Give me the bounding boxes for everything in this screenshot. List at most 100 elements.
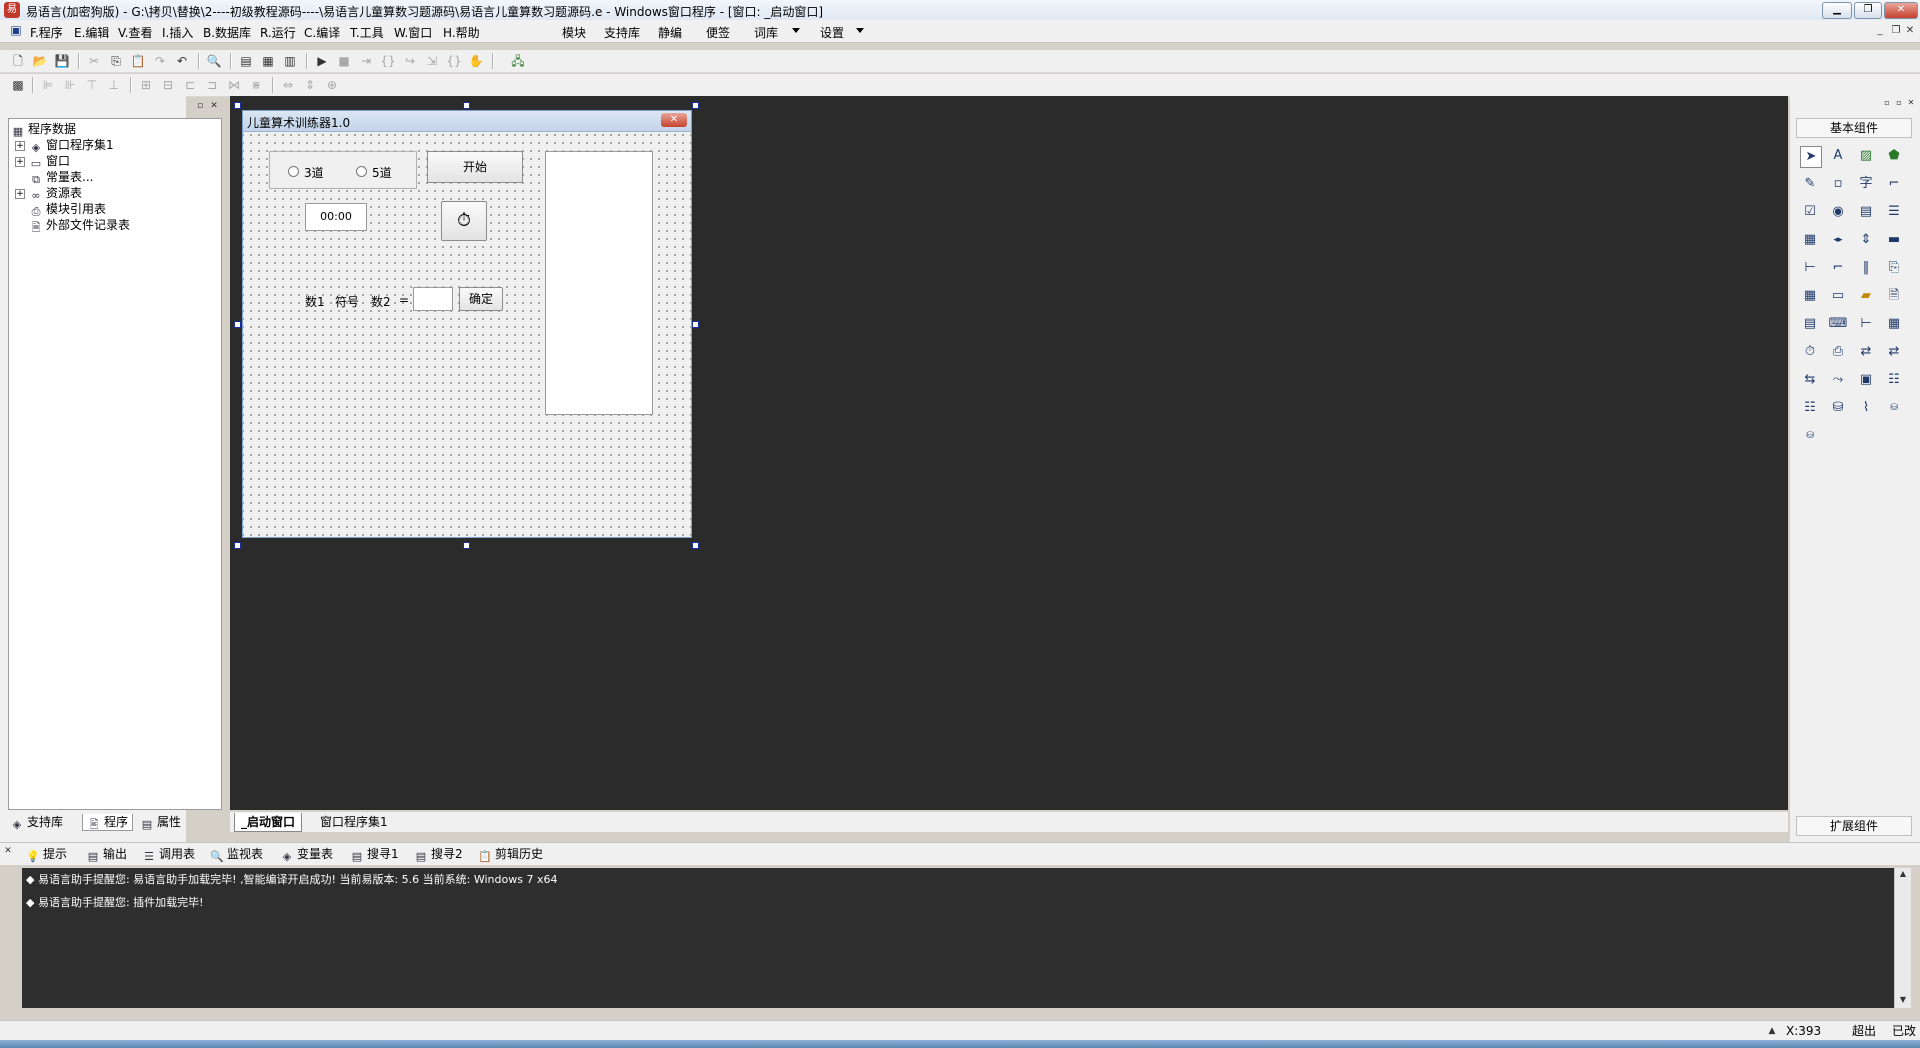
menu-static-compile[interactable]: 静编 bbox=[658, 24, 682, 41]
resize-handle[interactable] bbox=[463, 102, 470, 109]
menu-window[interactable]: W.窗口 bbox=[394, 24, 432, 41]
network-server-icon[interactable]: ⤳ bbox=[1828, 370, 1848, 390]
resize-handle[interactable] bbox=[692, 321, 699, 328]
color-picker-icon[interactable]: ▤ bbox=[1800, 314, 1820, 334]
mdi-minimize-icon[interactable]: _ bbox=[1872, 23, 1888, 39]
copy-icon[interactable]: ⎘ bbox=[108, 53, 124, 69]
tree-root[interactable]: ▦ 程序数据 bbox=[11, 121, 76, 138]
menu-notes[interactable]: 便签 bbox=[706, 24, 730, 41]
network-client-icon[interactable]: ⇆ bbox=[1800, 370, 1820, 390]
progress-icon[interactable]: ▬ bbox=[1884, 230, 1904, 250]
layout-left-icon[interactable]: ▤ bbox=[238, 53, 254, 69]
list-box-icon[interactable]: ☰ bbox=[1884, 202, 1904, 222]
tree-view-icon[interactable]: ⊢ bbox=[1856, 314, 1876, 334]
radio-icon[interactable]: ◉ bbox=[1828, 202, 1848, 222]
edit-box-icon[interactable]: ✎ bbox=[1800, 174, 1820, 194]
resize-handle[interactable] bbox=[234, 102, 241, 109]
output-console[interactable]: ◆ 易语言助手提醒您: 易语言助手加载完毕! ,智能编译开启成功! 当前易版本:… bbox=[22, 868, 1898, 1008]
tree-expander[interactable]: + bbox=[15, 157, 25, 167]
tab-hint[interactable]: 💡 提示 bbox=[26, 846, 67, 863]
resize-handle[interactable] bbox=[463, 542, 470, 549]
same-height-icon[interactable]: ⊐ bbox=[204, 77, 220, 93]
find-icon[interactable]: 🔍 bbox=[206, 53, 222, 69]
scroll-down-icon[interactable]: ▼ bbox=[1897, 994, 1909, 1006]
resize-handle[interactable] bbox=[692, 542, 699, 549]
tree-item-external-files[interactable]: 🗎 外部文件记录表 bbox=[29, 217, 130, 234]
scroll-icon[interactable]: ◂▸ bbox=[1828, 230, 1848, 250]
shape-icon[interactable]: ⬟ bbox=[1884, 146, 1904, 166]
stopwatch-icon[interactable]: ⏱ bbox=[441, 201, 487, 241]
step-into-icon[interactable]: {} bbox=[380, 53, 396, 69]
line-icon[interactable]: ⌐ bbox=[1884, 174, 1904, 194]
checkbox-icon[interactable]: ☑ bbox=[1800, 202, 1820, 222]
mdi-close-icon[interactable]: ✕ bbox=[1902, 23, 1918, 39]
space-horizontal-icon[interactable]: ⋈ bbox=[226, 77, 242, 93]
step-icon[interactable]: ⇥ bbox=[358, 53, 374, 69]
output-scrollbar[interactable]: ▲ ▼ bbox=[1894, 868, 1911, 1008]
tab-program[interactable]: 🖹 程序 bbox=[82, 814, 134, 831]
resize-height-icon[interactable]: ⇕ bbox=[302, 77, 318, 93]
panel-close-icon[interactable]: ✕ bbox=[208, 100, 220, 112]
menu-view[interactable]: V.查看 bbox=[118, 24, 152, 41]
tab-search1[interactable]: ▤ 搜寻1 bbox=[350, 846, 399, 863]
menu-compile[interactable]: C.编译 bbox=[304, 24, 340, 41]
calendar-icon[interactable]: ▦ bbox=[1800, 286, 1820, 306]
status-arrow-icon[interactable]: ▲ bbox=[1764, 1023, 1780, 1039]
grid-icon[interactable]: ▩ bbox=[10, 77, 26, 93]
menu-run[interactable]: R.运行 bbox=[260, 24, 296, 41]
cut-icon[interactable]: ✂ bbox=[86, 53, 102, 69]
tab-startup-window[interactable]: _启动窗口 bbox=[234, 813, 303, 832]
frame-icon[interactable]: ⌐ bbox=[1828, 258, 1848, 278]
data-source-icon[interactable]: ⇄ bbox=[1856, 342, 1876, 362]
tab-call-stack[interactable]: ☰ 调用表 bbox=[142, 846, 195, 863]
layout-top-icon[interactable]: ▦ bbox=[260, 53, 276, 69]
breakpoint-icon[interactable]: ✋ bbox=[468, 53, 484, 69]
open-file-icon[interactable]: 📂 bbox=[32, 53, 48, 69]
tab-control-icon[interactable]: ⎘ bbox=[1884, 258, 1904, 278]
redo-icon[interactable]: ↷ bbox=[152, 53, 168, 69]
minimize-button[interactable]: ▁ bbox=[1822, 2, 1852, 19]
slider-icon[interactable]: ⊢ bbox=[1800, 258, 1820, 278]
tab-watch[interactable]: 🔍 监视表 bbox=[210, 846, 263, 863]
timer-icon[interactable]: ⏱ bbox=[1800, 342, 1820, 362]
database-table-icon[interactable]: ☷ bbox=[1800, 398, 1820, 418]
menu-edit[interactable]: E.编辑 bbox=[74, 24, 109, 41]
center-vertical-icon[interactable]: ⊟ bbox=[160, 77, 176, 93]
close-button[interactable]: ✕ bbox=[1884, 2, 1918, 19]
align-top-icon[interactable]: ⊤ bbox=[84, 77, 100, 93]
tree-item-module[interactable]: ◈ 窗口程序集1 bbox=[29, 137, 114, 154]
chevron-down-icon[interactable] bbox=[792, 28, 800, 33]
menu-insert[interactable]: I.插入 bbox=[162, 24, 193, 41]
tree-item-constants[interactable]: ⧉ 常量表... bbox=[29, 169, 93, 186]
image-list-icon[interactable]: ▦ bbox=[1884, 314, 1904, 334]
chevron-down-icon[interactable] bbox=[856, 28, 864, 33]
layout-split-icon[interactable]: ▥ bbox=[282, 53, 298, 69]
datetime-icon[interactable]: ▭ bbox=[1828, 286, 1848, 306]
menu-settings[interactable]: 设置 bbox=[820, 24, 844, 41]
picture-box-icon[interactable]: ▨ bbox=[1856, 146, 1876, 166]
panel-pin-icon[interactable]: ▫ bbox=[194, 100, 206, 112]
tree-expander[interactable]: + bbox=[15, 189, 25, 199]
vertical-scroll-icon[interactable]: ⇕ bbox=[1856, 230, 1876, 250]
align-left-icon[interactable]: ⊫ bbox=[40, 77, 56, 93]
basic-components-header[interactable]: 基本组件 bbox=[1796, 118, 1912, 138]
confirm-button[interactable]: 确定 bbox=[459, 287, 503, 311]
text-label-icon[interactable]: 字 bbox=[1856, 174, 1876, 194]
picture-icon[interactable]: ▫ bbox=[1828, 174, 1848, 194]
panel-restore-icon[interactable]: ▫ bbox=[1882, 98, 1892, 108]
tree-expander[interactable]: + bbox=[15, 141, 25, 151]
center-horizontal-icon[interactable]: ⊞ bbox=[138, 77, 154, 93]
resize-width-icon[interactable]: ⇔ bbox=[280, 77, 296, 93]
odbc-icon[interactable]: ⛁ bbox=[1884, 398, 1904, 418]
tab-clip-history[interactable]: 📋 剪辑历史 bbox=[478, 846, 543, 863]
radio-5-questions[interactable] bbox=[356, 166, 367, 177]
align-bottom-icon[interactable]: ⊥ bbox=[106, 77, 122, 93]
panel-icon[interactable]: ▣ bbox=[1856, 370, 1876, 390]
odbc-provider-icon[interactable]: ⛁ bbox=[1800, 426, 1820, 446]
undo-icon[interactable]: ↶ bbox=[174, 53, 190, 69]
panel-close-icon[interactable]: ✕ bbox=[1906, 98, 1916, 108]
pointer-icon[interactable]: ➤ bbox=[1800, 146, 1822, 168]
run-to-cursor-icon[interactable]: {} bbox=[446, 53, 462, 69]
resize-handle[interactable] bbox=[234, 321, 241, 328]
form-window[interactable]: 儿童算术训练器1.0 ✕ 3道 5道 开始 00:00 ⏱ 数1 符号 数2 =… bbox=[242, 110, 692, 538]
